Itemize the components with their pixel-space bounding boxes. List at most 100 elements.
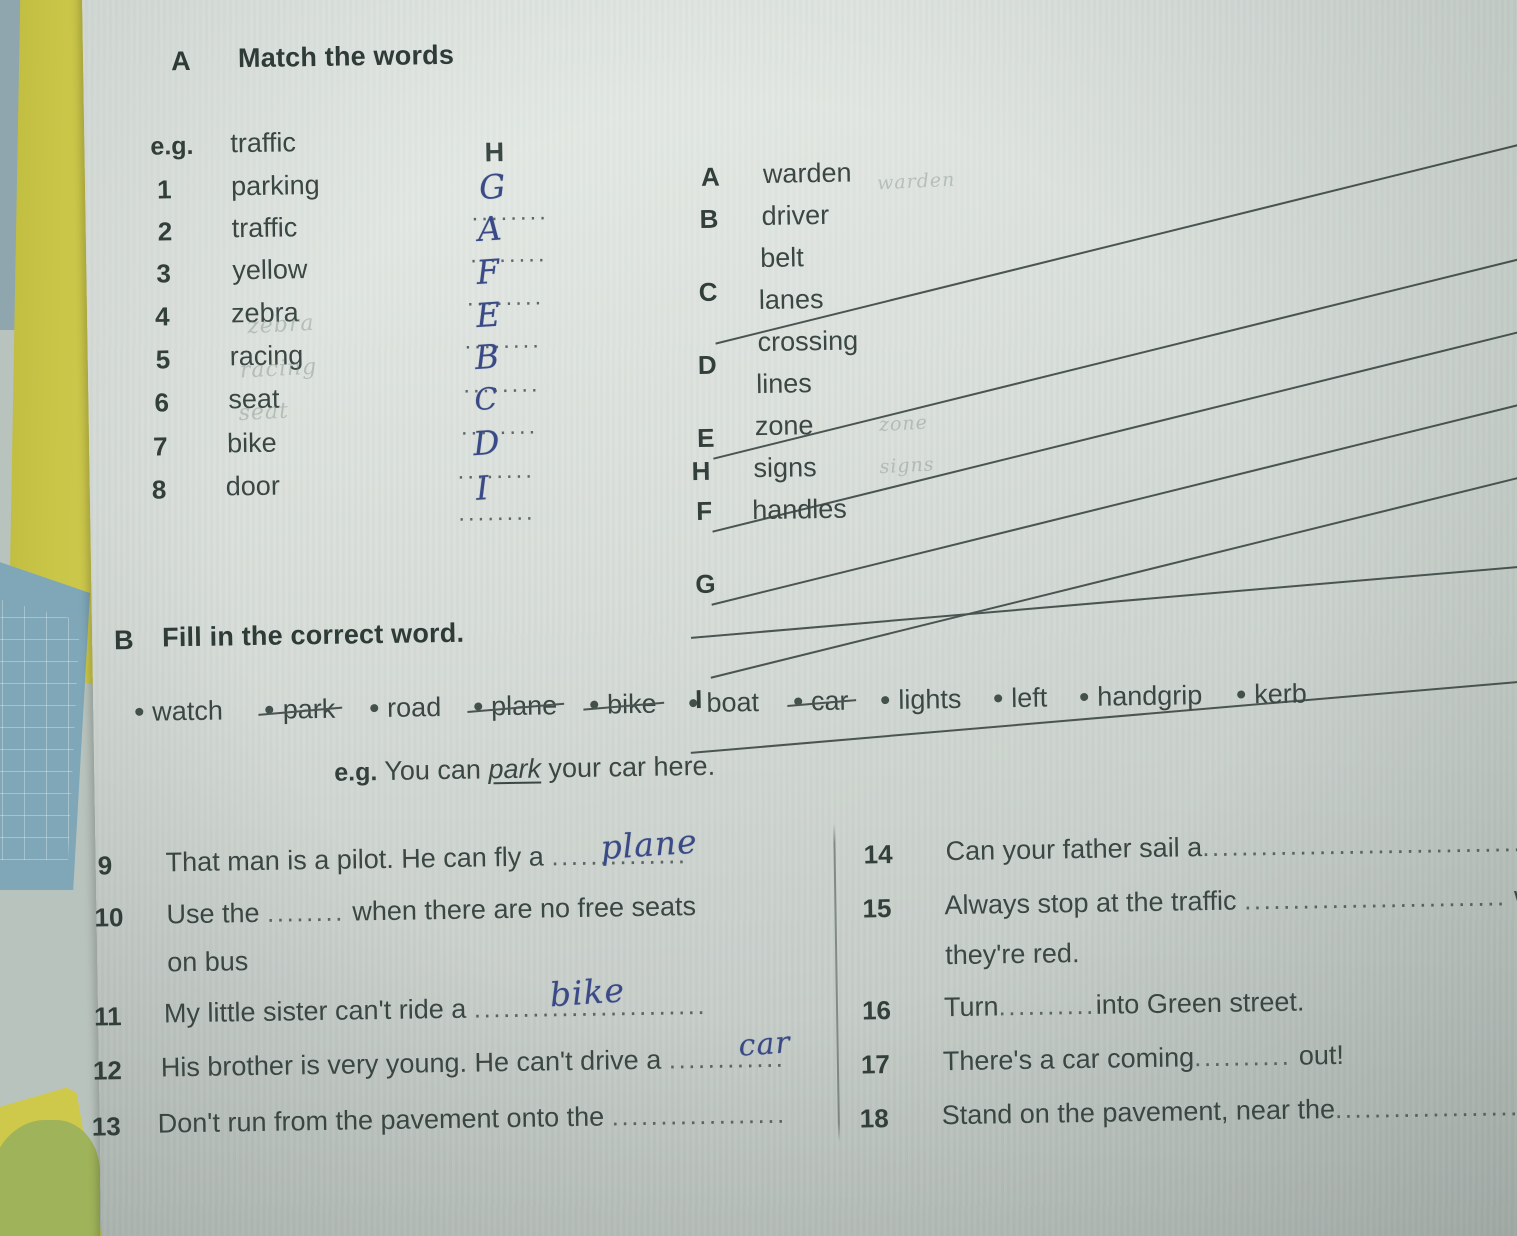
word-bank-item[interactable]: car bbox=[793, 686, 849, 717]
answer-slot-3[interactable]: F ........ bbox=[467, 252, 545, 312]
section-a-letter: A bbox=[170, 45, 191, 77]
row-number-5: 5 bbox=[155, 344, 171, 375]
answer-letter-eg: H bbox=[484, 137, 505, 168]
question-18-text: Stand on the pavement, near the bbox=[941, 1094, 1336, 1131]
option-word-g: zone bbox=[754, 410, 814, 442]
word-bank-item[interactable]: bike bbox=[590, 689, 657, 720]
bullet-icon bbox=[370, 703, 379, 713]
question-10-blank[interactable]: ........ bbox=[267, 897, 345, 929]
option-letter-e: E bbox=[697, 400, 1517, 454]
question-14-blank[interactable]: ........................................… bbox=[1202, 824, 1517, 863]
example-label: e.g. bbox=[334, 758, 378, 787]
option-word-a: warden bbox=[762, 157, 852, 189]
match-word-2: traffic bbox=[231, 212, 298, 244]
question-18: Stand on the pavement, near the.........… bbox=[941, 1091, 1517, 1132]
bullet-icon bbox=[265, 705, 274, 714]
question-17-blank[interactable]: .......... bbox=[1194, 1041, 1292, 1074]
question-number-11: 11 bbox=[93, 1001, 122, 1032]
bullet-icon bbox=[1237, 690, 1246, 699]
word-bank-item[interactable]: road bbox=[370, 692, 441, 723]
answer-slot-1[interactable]: G ........ bbox=[471, 166, 549, 226]
bullet-icon bbox=[1080, 692, 1089, 701]
question-15-text-before: Always stop at the traffic bbox=[944, 885, 1237, 921]
question-number-10: 10 bbox=[94, 902, 124, 933]
answer-slot-8[interactable]: I ........ bbox=[458, 468, 536, 527]
word-bank-label: boat bbox=[706, 687, 760, 718]
match-word-eg: traffic bbox=[230, 127, 297, 159]
row-number-7: 7 bbox=[152, 431, 168, 462]
word-bank-label: watch bbox=[152, 695, 224, 727]
bullet-icon bbox=[474, 702, 483, 711]
option-word-b: driver bbox=[761, 199, 830, 231]
question-14-text: Can your father sail a bbox=[945, 832, 1203, 867]
answer-slot-6[interactable]: C ........ bbox=[461, 382, 539, 441]
question-16-text-after: into Green street. bbox=[1095, 986, 1305, 1020]
word-bank-item[interactable]: watch bbox=[135, 696, 223, 727]
question-9-text: That man is a pilot. He can fly a bbox=[165, 841, 545, 878]
bullet-icon bbox=[135, 707, 144, 716]
question-12-text: His brother is very young. He can't driv… bbox=[160, 1044, 662, 1083]
answer-slot-5[interactable]: B ........ bbox=[463, 336, 541, 398]
question-13-blank[interactable]: .................. bbox=[611, 1099, 786, 1133]
example-filled-word: park bbox=[488, 753, 542, 785]
row-number-2: 2 bbox=[157, 216, 173, 247]
worksheet-photo: A Match the words e.g. traffic 1 parking… bbox=[0, 0, 1517, 1236]
section-b-letter: B bbox=[113, 624, 134, 656]
word-bank-item[interactable]: kerb bbox=[1237, 678, 1307, 709]
word-bank-item[interactable]: left bbox=[994, 683, 1048, 714]
option-letter-g: G bbox=[695, 546, 1517, 600]
question-number-17: 17 bbox=[860, 1049, 891, 1080]
question-9-answer-slot[interactable]: plane bbox=[599, 822, 699, 868]
question-number-15: 15 bbox=[862, 893, 892, 924]
question-10: Use the ........ when there are no free … bbox=[166, 891, 696, 930]
worksheet-page: A Match the words e.g. traffic 1 parking… bbox=[81, 0, 1517, 1236]
question-16: Turn..........into Green street. bbox=[944, 987, 1305, 1024]
answer-slot-2[interactable]: A ........ bbox=[470, 208, 548, 268]
question-11-answer-slot[interactable]: bike bbox=[549, 970, 627, 1014]
question-number-12: 12 bbox=[92, 1055, 123, 1086]
match-word-5: racing bbox=[229, 340, 304, 372]
row-number-4: 4 bbox=[154, 301, 170, 332]
option-letter-b: B bbox=[699, 203, 719, 234]
option-word-e: crossing bbox=[757, 325, 859, 358]
word-bank-item[interactable]: lights bbox=[881, 683, 962, 715]
answer-dotted-line: ........ bbox=[458, 498, 536, 527]
question-number-14: 14 bbox=[863, 839, 893, 870]
question-12-answer-slot[interactable]: car bbox=[737, 1025, 791, 1063]
question-15-second-line: they're red. bbox=[944, 938, 1080, 971]
word-bank-label: kerb bbox=[1253, 678, 1307, 710]
word-bank-item[interactable]: plane bbox=[474, 690, 557, 721]
row-number-1: 1 bbox=[156, 174, 172, 205]
word-bank-item[interactable]: park bbox=[265, 694, 335, 725]
question-number-16: 16 bbox=[861, 995, 892, 1026]
question-15: Always stop at the traffic .............… bbox=[944, 881, 1517, 921]
option-letter-h: H bbox=[691, 455, 711, 487]
column-divider bbox=[833, 823, 841, 1142]
section-b-title: Fill in the correct word. bbox=[161, 617, 465, 653]
answer-slot-4[interactable]: E ........ bbox=[464, 294, 542, 354]
match-word-3: yellow bbox=[232, 254, 308, 286]
match-word-1: parking bbox=[230, 169, 320, 202]
desk-green-shape-bottom bbox=[0, 1120, 100, 1236]
question-16-blank[interactable]: .......... bbox=[998, 990, 1096, 1023]
answer-slot-7[interactable]: D ........ bbox=[457, 422, 535, 484]
example-text-after: your car here. bbox=[548, 750, 716, 784]
question-11-text: My little sister can't ride a bbox=[163, 993, 467, 1029]
word-bank-label: lights bbox=[898, 683, 962, 715]
option-word-c: belt bbox=[760, 242, 805, 274]
option-word-h: signs bbox=[753, 452, 817, 484]
bullet-icon bbox=[590, 700, 599, 709]
word-bank-label: park bbox=[282, 693, 336, 725]
question-10-text-before: Use the bbox=[166, 897, 260, 930]
row-number-6: 6 bbox=[154, 387, 170, 418]
answer-dotted-line: ........ bbox=[457, 456, 536, 485]
question-17: There's a car coming.......... out! bbox=[943, 1040, 1345, 1077]
question-13: Don't run from the pavement onto the ...… bbox=[158, 1099, 787, 1140]
bullet-icon bbox=[994, 694, 1003, 703]
question-15-blank[interactable]: ........................... bbox=[1244, 881, 1507, 916]
question-18-blank[interactable]: ...................... bbox=[1335, 1091, 1517, 1125]
row-number-8: 8 bbox=[151, 474, 167, 505]
word-bank-item[interactable]: handgrip bbox=[1080, 680, 1203, 712]
word-bank-item[interactable]: boat bbox=[689, 687, 759, 718]
match-word-4: zebra bbox=[230, 297, 299, 329]
